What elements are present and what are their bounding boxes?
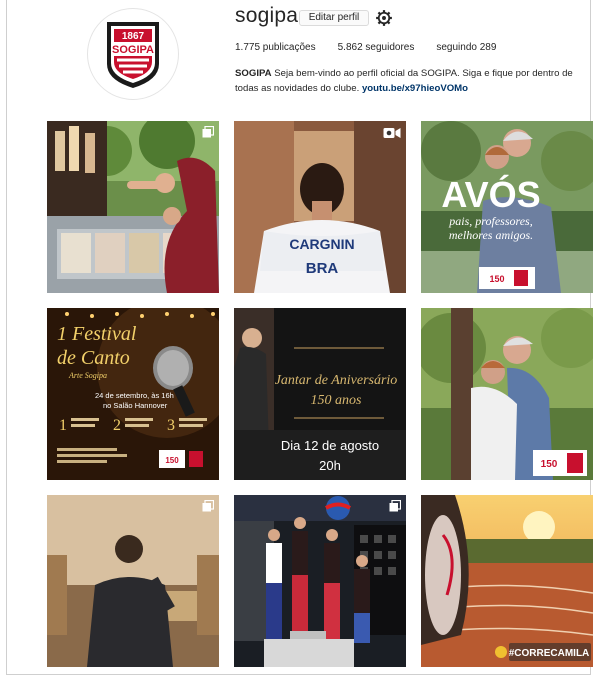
post-image bbox=[234, 495, 406, 667]
gear-icon[interactable] bbox=[375, 9, 393, 27]
post-tile-1[interactable] bbox=[47, 121, 219, 293]
publications-count: 1.775 publicações bbox=[235, 42, 316, 53]
multi-photo-icon bbox=[202, 500, 214, 512]
dinner-title: Jantar de Aniversário bbox=[275, 373, 398, 388]
profile-page: 1867 SOGIPA sogipa Editar perfil 1.775 p… bbox=[6, 0, 593, 675]
bio-name: SOGIPA bbox=[235, 68, 272, 79]
post-line-1: pais, professores, bbox=[448, 214, 532, 228]
post-image: 150 bbox=[421, 308, 593, 480]
following-count[interactable]: seguindo 289 bbox=[436, 42, 496, 53]
post-image bbox=[47, 121, 219, 293]
dinner-subtitle: 150 anos bbox=[311, 393, 363, 408]
festival-date: 24 de setembro, às 16h bbox=[95, 391, 174, 400]
post-image: 1 Festival de Canto Arte Sogipa 24 de se… bbox=[47, 308, 219, 480]
sogipa-logo-icon: 1867 SOGIPA bbox=[107, 22, 159, 88]
prize-1: 1 bbox=[59, 417, 67, 434]
profile-avatar[interactable]: 1867 SOGIPA bbox=[87, 8, 179, 100]
multi-photo-icon bbox=[202, 126, 214, 138]
post-headline: AVÓS bbox=[441, 173, 540, 215]
post-tile-5[interactable]: Jantar de Aniversário 150 anos Dia 12 de… bbox=[234, 308, 406, 480]
bio-link[interactable]: youtu.be/x97hieoVOMo bbox=[362, 83, 468, 94]
dinner-date: Dia 12 de agosto bbox=[281, 438, 379, 453]
anniversary-badge: 150 bbox=[541, 459, 558, 470]
profile-bio: SOGIPA Seja bem-vindo ao perfil oficial … bbox=[235, 66, 591, 96]
post-image: Jantar de Aniversário 150 anos Dia 12 de… bbox=[234, 308, 406, 480]
athlete-name: CARGNIN bbox=[289, 236, 354, 252]
post-tile-2[interactable]: CARGNIN BRA bbox=[234, 121, 406, 293]
logo-name: SOGIPA bbox=[112, 44, 154, 56]
post-image: #CORRECAMILA bbox=[421, 495, 593, 667]
post-image: 150 AVÓS pais, professores, melhores ami… bbox=[421, 121, 593, 293]
post-line-2: melhores amigos. bbox=[449, 228, 533, 242]
athlete-country: BRA bbox=[306, 260, 339, 277]
festival-venue: no Salão Hannover bbox=[103, 401, 168, 410]
logo-year: 1867 bbox=[122, 31, 145, 42]
post-image: CARGNIN BRA bbox=[234, 121, 406, 293]
anniversary-badge: 150 bbox=[489, 274, 504, 284]
post-tile-6[interactable]: 150 bbox=[421, 308, 593, 480]
edit-profile-button[interactable]: Editar perfil bbox=[299, 10, 369, 26]
prize-3: 3 bbox=[167, 417, 175, 434]
post-tile-4[interactable]: 1 Festival de Canto Arte Sogipa 24 de se… bbox=[47, 308, 219, 480]
posts-grid: CARGNIN BRA 150 AVÓS pais, professores, … bbox=[47, 121, 593, 669]
profile-username: sogipa bbox=[235, 4, 299, 27]
dinner-time: 20h bbox=[319, 458, 341, 473]
post-tile-3[interactable]: 150 AVÓS pais, professores, melhores ami… bbox=[421, 121, 593, 293]
followers-count[interactable]: 5.862 seguidores bbox=[338, 42, 415, 53]
post-tile-9[interactable]: #CORRECAMILA bbox=[421, 495, 593, 667]
profile-stats: 1.775 publicações 5.862 seguidores segui… bbox=[235, 42, 518, 53]
multi-photo-icon bbox=[389, 500, 401, 512]
video-icon bbox=[383, 128, 401, 138]
festival-title-1: 1 Festival bbox=[57, 323, 137, 345]
post-image bbox=[47, 495, 219, 667]
post-tile-8[interactable] bbox=[234, 495, 406, 667]
festival-title-2: de Canto bbox=[57, 347, 130, 369]
post-hashtag: #CORRECAMILA bbox=[509, 648, 590, 659]
prize-2: 2 bbox=[113, 417, 121, 434]
anniversary-badge: 150 bbox=[165, 456, 179, 465]
post-tile-7[interactable] bbox=[47, 495, 219, 667]
festival-subtitle: Arte Sogipa bbox=[68, 371, 107, 380]
